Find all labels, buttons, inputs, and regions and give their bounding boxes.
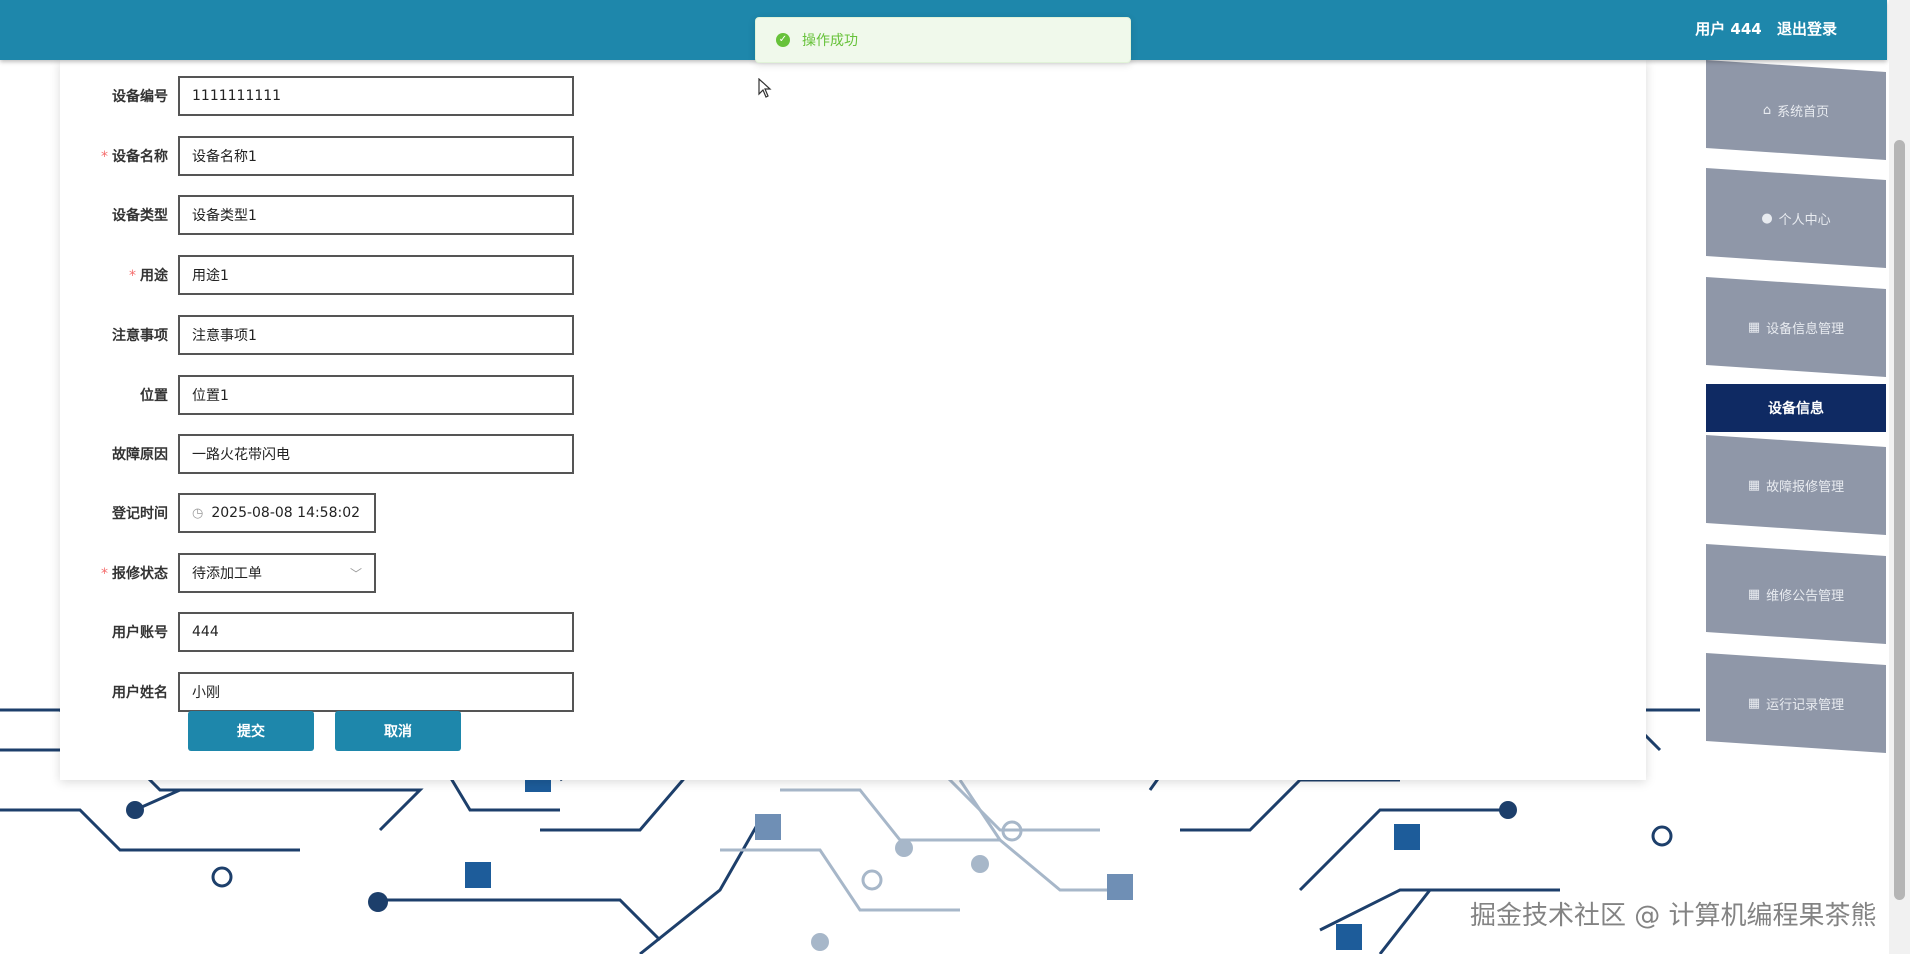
form-row-device-number: 设备编号 1111111111 [60, 76, 574, 116]
fault-cause-label: 故障原因 [112, 447, 168, 463]
form-row-fault-cause: 故障原因 一路火花带闪电 [60, 434, 574, 474]
register-time-value: 2025-08-08 14:58:02 [211, 505, 361, 521]
nav-item-run-record-management[interactable]: ▦ 运行记录管理 [1706, 653, 1886, 753]
location-input[interactable]: 位置1 [178, 375, 574, 415]
grid-icon: ▦ [1747, 695, 1761, 711]
user-account-label: 用户账号 [112, 625, 168, 641]
nav-item-home[interactable]: ⌂ 系统首页 [1706, 60, 1886, 160]
grid-icon: ▦ [1747, 477, 1761, 493]
form-row-device-name: * 设备名称 设备名称1 [60, 136, 574, 176]
nav-item-device-info-management[interactable]: ▦ 设备信息管理 [1706, 277, 1886, 377]
nav-item-label: 维修公告管理 [1766, 588, 1845, 604]
device-number-label: 设备编号 [112, 89, 168, 105]
grid-icon: ▦ [1747, 319, 1761, 335]
repair-status-value: 待添加工单 [192, 566, 262, 582]
required-asterisk: * [129, 268, 136, 284]
nav-item-label: 设备信息管理 [1766, 321, 1845, 337]
form-row-notes: 注意事项 注意事项1 [60, 315, 574, 355]
grid-icon: ▦ [1747, 586, 1761, 602]
nav-item-label: 系统首页 [1777, 104, 1830, 120]
user-name-input[interactable]: 小刚 [178, 672, 574, 712]
form-row-location: 位置 位置1 [60, 375, 574, 415]
repair-status-select[interactable]: 待添加工单 ﹀ [178, 553, 376, 593]
repair-status-label: * 报修状态 [101, 566, 168, 582]
nav-item-maintenance-notice-management[interactable]: ▦ 维修公告管理 [1706, 544, 1886, 644]
nav-item-device-info[interactable]: 设备信息 [1706, 384, 1886, 432]
nav-item-fault-repair-management[interactable]: ▦ 故障报修管理 [1706, 435, 1886, 535]
nav-item-label: 个人中心 [1778, 212, 1831, 228]
device-type-label: 设备类型 [112, 208, 168, 224]
register-time-picker[interactable]: ◷ 2025-08-08 14:58:02 [178, 493, 376, 533]
form-row-register-time: 登记时间 ◷ 2025-08-08 14:58:02 [60, 493, 376, 533]
device-type-input[interactable]: 设备类型1 [178, 195, 574, 235]
current-user-label: 用户 444 [1695, 20, 1762, 38]
form-row-user-name: 用户姓名 小刚 [60, 672, 574, 712]
nav-item-label: 运行记录管理 [1766, 697, 1845, 713]
user-info: 用户 444 退出登录 [1685, 18, 1837, 39]
user-name-label: 用户姓名 [112, 685, 168, 701]
logout-link[interactable]: 退出登录 [1777, 20, 1837, 38]
user-icon: ● [1761, 210, 1773, 226]
submit-button[interactable]: 提交 [188, 711, 314, 751]
mouse-cursor-icon [758, 78, 772, 98]
required-asterisk: * [101, 566, 108, 582]
location-label: 位置 [140, 388, 168, 404]
cancel-button[interactable]: 取消 [335, 711, 461, 751]
fault-cause-input[interactable]: 一路火花带闪电 [178, 434, 574, 474]
nav-item-personal-center[interactable]: ● 个人中心 [1706, 168, 1886, 268]
home-icon: ⌂ [1762, 102, 1772, 118]
notes-input[interactable]: 注意事项1 [178, 315, 574, 355]
chevron-down-icon: ﹀ [349, 566, 362, 581]
device-name-label: * 设备名称 [101, 149, 168, 165]
success-toast: ✓ 操作成功 [755, 17, 1131, 63]
page-scrollbar[interactable] [1889, 0, 1910, 954]
required-asterisk: * [101, 149, 108, 165]
user-account-input[interactable]: 444 [178, 612, 574, 652]
usage-label: * 用途 [129, 268, 168, 284]
toast-message: 操作成功 [802, 33, 858, 49]
form-row-device-type: 设备类型 设备类型1 [60, 195, 574, 235]
scrollbar-thumb[interactable] [1894, 140, 1905, 900]
clock-icon: ◷ [192, 505, 204, 521]
usage-input[interactable]: 用途1 [178, 255, 574, 295]
form-row-user-account: 用户账号 444 [60, 612, 574, 652]
nav-item-label: 故障报修管理 [1766, 479, 1845, 495]
device-form-card: 设备编号 1111111111 * 设备名称 设备名称1 设备类型 设备类型1 *… [60, 60, 1646, 780]
device-number-input[interactable]: 1111111111 [178, 76, 574, 116]
form-row-usage: * 用途 用途1 [60, 255, 574, 295]
device-name-input[interactable]: 设备名称1 [178, 136, 574, 176]
notes-label: 注意事项 [112, 328, 168, 344]
watermark-text: 掘金技术社区 @ 计算机编程果茶熊 [1470, 901, 1877, 931]
form-row-repair-status: * 报修状态 待添加工单 ﹀ [60, 553, 376, 593]
register-time-label: 登记时间 [112, 506, 168, 522]
side-navigation: ⌂ 系统首页 ● 个人中心 ▦ 设备信息管理 设备信息 ▦ 故障报修管理 ▦ 维… [1706, 60, 1886, 780]
success-check-icon: ✓ [776, 33, 790, 47]
